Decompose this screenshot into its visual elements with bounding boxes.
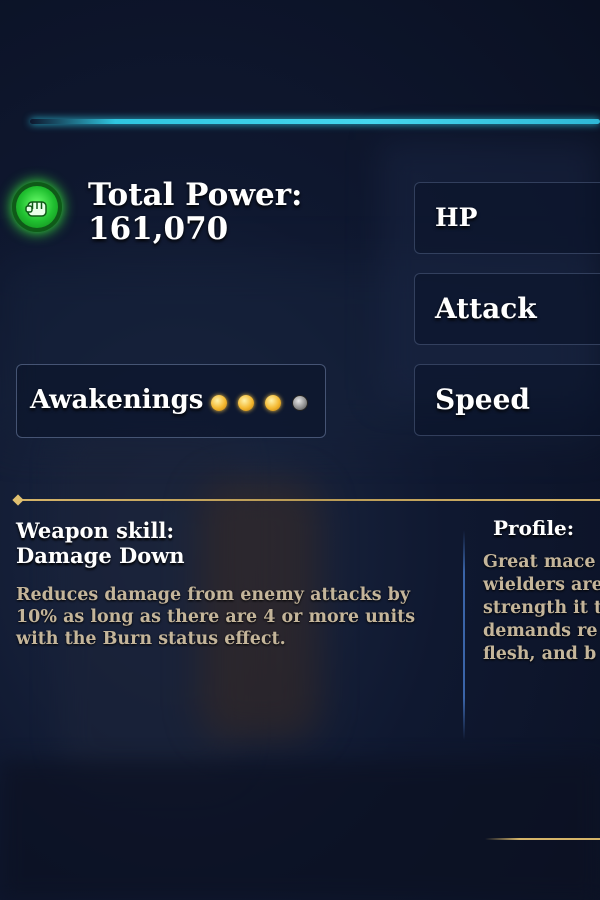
profile-bottom-divider <box>485 838 600 840</box>
vertical-divider <box>463 530 465 740</box>
total-power-label: Total Power: <box>88 177 303 213</box>
fist-icon <box>12 182 62 232</box>
stat-speed-button[interactable]: Speed <box>414 364 600 436</box>
profile-line: flesh, and b <box>483 644 597 664</box>
stat-attack-button[interactable]: Attack <box>414 273 600 345</box>
profile-title: Profile: <box>493 516 575 540</box>
profile-line: demands re <box>483 621 598 641</box>
weapon-skill-name: Damage Down <box>16 543 185 568</box>
awakenings-label: Awakenings <box>30 385 204 415</box>
stat-hp-button[interactable]: HP <box>414 182 600 254</box>
awakening-orb-filled-icon <box>238 395 254 411</box>
section-divider <box>16 499 600 501</box>
top-divider <box>30 119 600 124</box>
stat-hp-label: HP <box>435 203 478 232</box>
stat-attack-label: Attack <box>435 292 537 325</box>
background-scene <box>0 0 600 900</box>
awakening-orb-filled-icon <box>265 395 281 411</box>
profile-line: strength it t <box>483 598 600 618</box>
profile-line: Great mace <box>483 552 596 572</box>
awakening-orb-empty-icon <box>292 395 308 411</box>
awakenings-panel[interactable]: Awakenings <box>16 364 326 438</box>
awakening-orb-filled-icon <box>211 395 227 411</box>
total-power-value: 161,070 <box>88 211 229 247</box>
weapon-skill-description: Reduces damage from enemy attacks by 10%… <box>16 585 416 649</box>
profile-line: wielders are <box>483 575 600 595</box>
profile-description[interactable]: Great mace wielders are strength it t de… <box>483 551 600 666</box>
stat-speed-label: Speed <box>435 383 531 416</box>
weapon-skill-title: Weapon skill: <box>16 518 175 543</box>
